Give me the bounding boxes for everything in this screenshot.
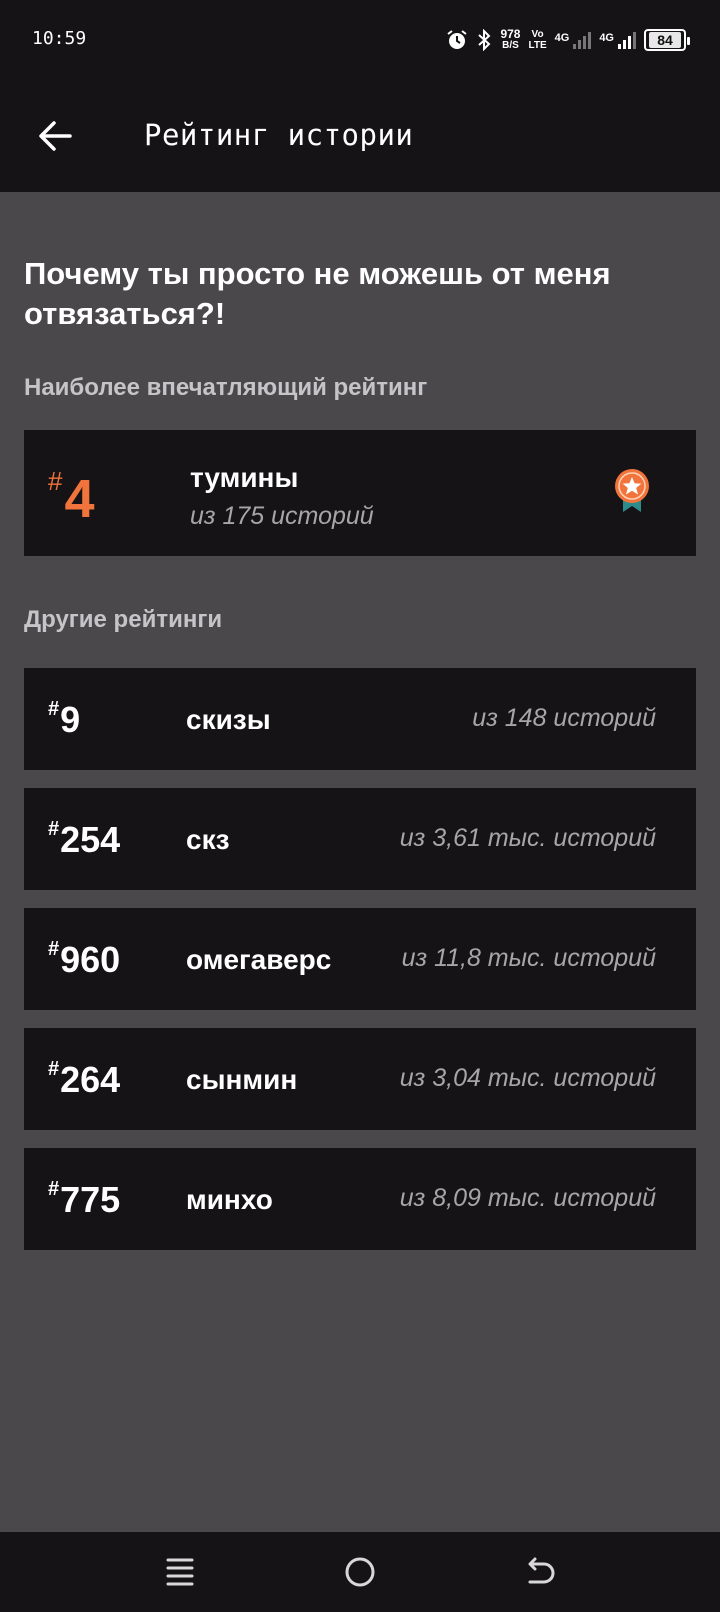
ranking-tag: тумины — [190, 462, 299, 493]
status-time: 10:59 — [32, 28, 87, 49]
signal-2: 4G — [599, 31, 636, 49]
network-speed-unit: B/S — [502, 40, 519, 51]
rank-hash: # — [48, 1058, 60, 1080]
rank-hash: # — [48, 698, 60, 720]
rank-hash: # — [48, 818, 60, 840]
rank: # 9 — [48, 698, 80, 738]
ranking-count: из 148 историй — [472, 704, 656, 732]
menu-button[interactable] — [162, 1554, 198, 1590]
app-bar: Рейтинг истории — [0, 80, 720, 192]
signal-1: 4G — [554, 31, 592, 49]
rank-number: 775 — [60, 1179, 121, 1220]
ranking-row[interactable]: # 9 скизы из 148 историй — [24, 668, 696, 770]
ranking-tag: скизы — [186, 704, 271, 735]
rank: # 264 — [48, 1058, 120, 1098]
best-ranking-card[interactable]: # 4 тумины из 175 историй — [24, 430, 696, 556]
rank: # 960 — [48, 938, 120, 978]
ranking-row[interactable]: # 254 скз из 3,61 тыс. историй — [24, 788, 696, 890]
home-button[interactable] — [342, 1554, 378, 1590]
volte-indicator: Vo LTE — [528, 29, 546, 51]
ranking-count: из 175 историй — [190, 502, 374, 530]
status-bar: 10:59 978 B/S Vo LTE 4G 4G 84 — [0, 0, 720, 80]
volte-top: Vo — [531, 29, 544, 40]
rank-hash: # — [48, 1178, 60, 1200]
back-nav-button[interactable] — [522, 1554, 558, 1590]
ranking-tag: минхо — [186, 1184, 273, 1215]
home-circle-icon — [345, 1557, 375, 1587]
ranking-count: из 11,8 тыс. историй — [401, 944, 656, 972]
ranking-count: из 3,04 тыс. историй — [399, 1064, 656, 1092]
ranking-row[interactable]: # 264 сынмин из 3,04 тыс. историй — [24, 1028, 696, 1130]
page-title: Рейтинг истории — [144, 118, 414, 152]
rank: # 775 — [48, 1178, 120, 1218]
bluetooth-icon — [478, 29, 491, 51]
battery-level: 84 — [649, 32, 681, 48]
volte-bottom: LTE — [528, 40, 547, 51]
best-rank: # 4 — [48, 466, 95, 526]
rank: # 254 — [48, 818, 120, 858]
rank-number: 264 — [60, 1059, 121, 1100]
signal-2-label: 4G — [599, 31, 614, 44]
back-nav-icon — [528, 1557, 555, 1584]
network-speed-value: 978 — [500, 27, 521, 41]
alarm-icon — [447, 30, 468, 49]
status-icons: 978 B/S Vo LTE 4G 4G 84 — [446, 26, 690, 54]
ranking-row[interactable]: # 775 минхо из 8,09 тыс. историй — [24, 1148, 696, 1250]
rank-number: 4 — [64, 469, 95, 529]
other-rankings-label: Другие рейтинги — [24, 606, 223, 633]
best-ranking-label: Наиболее впечатляющий рейтинг — [24, 374, 428, 401]
ranking-tag: скз — [186, 824, 230, 855]
system-nav-bar — [0, 1532, 720, 1612]
ranking-tag: сынмин — [186, 1064, 298, 1095]
rank-hash: # — [48, 938, 60, 960]
back-button[interactable] — [36, 116, 76, 156]
arrow-left-icon — [39, 121, 72, 151]
battery-icon: 84 — [644, 29, 690, 51]
ranking-count: из 3,61 тыс. историй — [399, 824, 656, 852]
medal-star-icon — [615, 469, 649, 512]
ranking-count: из 8,09 тыс. историй — [399, 1184, 656, 1212]
rank-hash: # — [48, 466, 63, 496]
ranking-row[interactable]: # 960 омегаверс из 11,8 тыс. историй — [24, 908, 696, 1010]
rank-number: 960 — [60, 939, 121, 980]
story-title: Почему ты просто не можешь от меня отвяз… — [24, 256, 611, 331]
rank-number: 9 — [60, 699, 81, 740]
ranking-tag: омегаверс — [186, 944, 332, 975]
rank-number: 254 — [60, 819, 121, 860]
signal-1-label: 4G — [554, 31, 570, 44]
network-speed: 978 B/S — [500, 27, 521, 51]
menu-icon — [166, 1558, 194, 1586]
